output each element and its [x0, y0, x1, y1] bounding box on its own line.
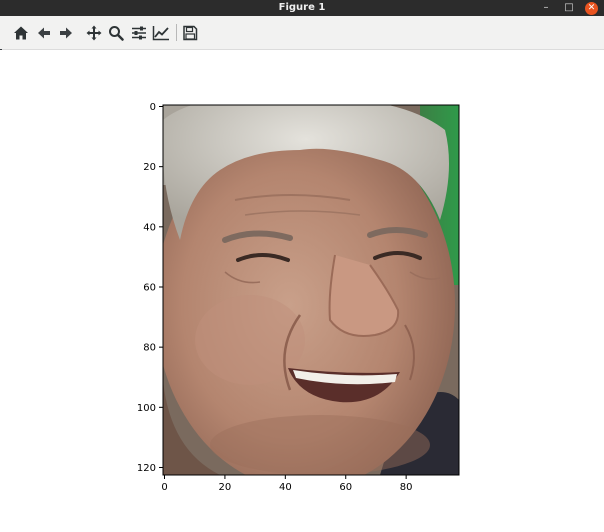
forward-button[interactable] — [56, 23, 76, 43]
navigation-toolbar — [0, 16, 604, 50]
y-tick-label: 60 — [143, 282, 156, 293]
edit-axis-icon — [152, 26, 169, 41]
x-axis-ticks: 0 20 40 60 80 — [161, 475, 413, 493]
back-arrow-icon — [38, 27, 50, 39]
x-tick-label: 40 — [279, 482, 292, 493]
x-tick-label: 60 — [339, 482, 352, 493]
title-bar: Figure 1 – □ ✕ — [0, 0, 604, 16]
forward-arrow-icon — [60, 27, 72, 39]
configure-subplots-icon — [132, 26, 146, 40]
pan-move-icon — [86, 25, 102, 41]
home-button[interactable] — [11, 23, 31, 43]
zoom-magnifier-icon — [109, 26, 124, 41]
y-tick-label: 40 — [143, 222, 156, 233]
maximize-button[interactable]: □ — [561, 0, 577, 16]
window-title: Figure 1 — [278, 2, 326, 13]
y-tick-label: 0 — [150, 102, 156, 113]
y-tick-label: 100 — [137, 403, 156, 414]
figure-window: Figure 1 – □ ✕ 0 20 40 60 80 0 20 40 60 … — [0, 0, 604, 532]
y-tick-label: 120 — [137, 463, 156, 474]
y-tick-label: 20 — [143, 162, 156, 173]
image-axes[interactable]: 0 20 40 60 80 0 20 40 60 80 100 120 — [0, 50, 604, 532]
save-button[interactable] — [180, 23, 200, 43]
zoom-button[interactable] — [106, 23, 126, 43]
configure-subplots-button[interactable] — [129, 23, 149, 43]
pan-button[interactable] — [84, 23, 104, 43]
y-tick-label: 80 — [143, 343, 156, 354]
x-tick-label: 0 — [161, 482, 167, 493]
close-button[interactable]: ✕ — [585, 2, 598, 15]
figure-canvas[interactable]: 0 20 40 60 80 0 20 40 60 80 100 120 — [0, 50, 604, 532]
minimize-button[interactable]: – — [538, 0, 554, 16]
back-button[interactable] — [34, 23, 54, 43]
home-icon — [14, 26, 28, 40]
save-floppy-icon — [183, 25, 198, 41]
edit-axis-button[interactable] — [151, 23, 171, 43]
y-axis-ticks: 0 20 40 60 80 100 120 — [137, 102, 163, 474]
face-photo — [163, 105, 459, 475]
x-tick-label: 20 — [219, 482, 232, 493]
x-tick-label: 80 — [400, 482, 413, 493]
toolbar-separator — [176, 24, 177, 41]
